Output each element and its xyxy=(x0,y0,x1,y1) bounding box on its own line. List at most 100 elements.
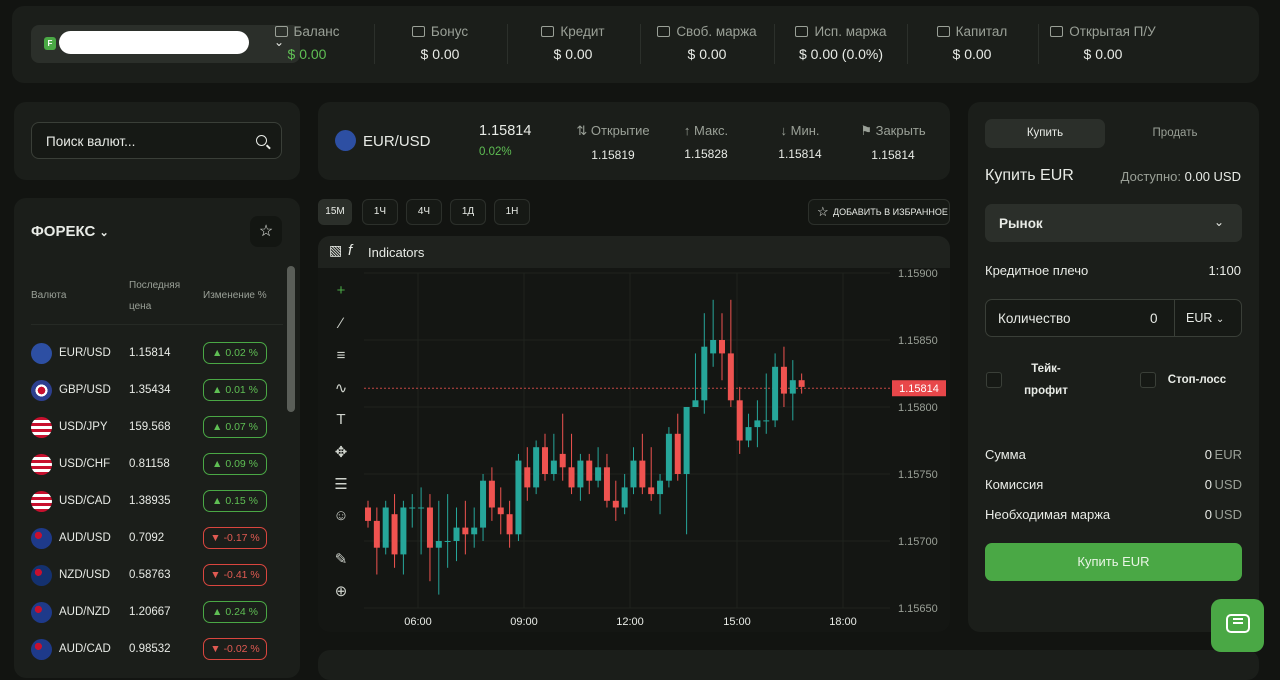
submit-buy-button[interactable]: Купить EUR xyxy=(985,543,1242,581)
y-tick-label: 1.15800 xyxy=(898,402,938,414)
market-category-dropdown[interactable]: ФОРЕКС ⌄ xyxy=(31,223,109,240)
forex-row[interactable]: NZD/USD 0.58763 ▼ -0.41 % xyxy=(31,563,283,589)
search-input[interactable]: Поиск валют... xyxy=(31,122,282,159)
sell-tab[interactable]: Продать xyxy=(1115,119,1235,148)
order-title: Купить EUR xyxy=(985,167,1074,184)
stat-label: Бонус xyxy=(430,24,469,39)
stat-1: Бонус $ 0.00 xyxy=(375,24,505,62)
forex-row[interactable]: GBP/USD 1.35434 ▲ 0.01 % xyxy=(31,378,283,404)
pair-name: NZD/USD xyxy=(59,569,111,581)
stat-value: $ 0.00 (0.0%) xyxy=(798,46,884,62)
leverage-value: 1:100 xyxy=(1208,263,1241,278)
search-icon[interactable] xyxy=(256,135,267,146)
pair-name: USD/JPY xyxy=(59,421,108,433)
candles-icon[interactable]: ▧ xyxy=(329,242,342,259)
pattern-icon[interactable]: ✥ xyxy=(331,443,351,463)
candle-body xyxy=(683,407,690,474)
forex-row[interactable]: AUD/CAD 0.98532 ▼ -0.02 % xyxy=(31,637,283,663)
candle-body xyxy=(506,514,513,535)
forex-row[interactable]: AUD/USD 0.7092 ▼ -0.17 % xyxy=(31,526,283,552)
zoom-in-icon[interactable]: ⊕ xyxy=(331,582,351,602)
timeframe-button[interactable]: 1Ч xyxy=(362,199,398,225)
pair-name: USD/CHF xyxy=(59,458,111,470)
gb-flag-icon xyxy=(31,380,52,401)
pair-name: AUD/NZD xyxy=(59,606,111,618)
take-profit-label-line1: Тейк- xyxy=(1031,363,1061,375)
gift-icon xyxy=(411,26,425,37)
triangle-up-icon: ▲ xyxy=(211,495,223,507)
timeframe-button[interactable]: 15M xyxy=(318,199,352,225)
y-tick-label: 1.15650 xyxy=(898,603,938,615)
price-chart[interactable]: 1.15900 1.15850 1.15800 1.15750 1.15700 1.156… xyxy=(318,236,950,632)
take-profit-checkbox[interactable] xyxy=(986,372,1002,388)
candle-body xyxy=(444,541,451,542)
y-tick-label: 1.15700 xyxy=(898,536,938,548)
brush-icon[interactable]: ∿ xyxy=(331,379,351,399)
y-tick-label: 1.15900 xyxy=(898,268,938,280)
us-flag-icon xyxy=(31,491,52,512)
divider xyxy=(774,24,775,64)
stat-label: Своб. маржа xyxy=(676,24,757,39)
forex-row[interactable]: EUR/USD 1.15814 ▲ 0.02 % xyxy=(31,341,283,367)
candle-body xyxy=(648,487,655,495)
crosshair-icon[interactable]: + xyxy=(331,282,351,302)
order-type-select[interactable]: Рынок ⌄ xyxy=(985,204,1242,242)
candle-body xyxy=(692,400,699,407)
stat-label: Капитал xyxy=(955,24,1008,39)
quantity-currency-select[interactable]: EUR ⌄ xyxy=(1186,311,1224,325)
available-value: 0.00 USD xyxy=(1184,169,1241,184)
quantity-field[interactable]: Количество 0 EUR ⌄ xyxy=(985,299,1242,337)
forex-row[interactable]: USD/CAD 1.38935 ▲ 0.15 % xyxy=(31,489,283,515)
add-to-favorites-button[interactable]: ☆ ДОБАВИТЬ В ИЗБРАННОЕ xyxy=(808,199,950,225)
forex-row[interactable]: USD/JPY 159.568 ▲ 0.07 % xyxy=(31,415,283,441)
stat-value: $ 0.00 xyxy=(1083,46,1123,62)
favorites-star-button[interactable]: ☆ xyxy=(250,216,282,247)
pair-price: 1.20667 xyxy=(129,606,171,618)
star-icon: ☆ xyxy=(817,204,829,219)
emoji-icon[interactable]: ☺ xyxy=(331,507,351,527)
triangle-up-icon: ▲ xyxy=(211,458,223,470)
search-placeholder: Поиск валют... xyxy=(46,134,136,149)
timeframe-button[interactable]: 1Н xyxy=(494,199,530,225)
candlestick-chart[interactable]: 1.15900 1.15850 1.15800 1.15750 1.15700 1.156… xyxy=(318,236,950,632)
account-badge: F xyxy=(44,37,56,50)
indicators-button[interactable]: Indicators xyxy=(368,245,424,260)
forex-row[interactable]: USD/CHF 0.81158 ▲ 0.09 % xyxy=(31,452,283,478)
account-summary-bar: F ⌄ Баланс $ 0.00 Бонус $ 0.00 Кредит $ 0.00 С… xyxy=(12,6,1259,83)
market-category-label: ФОРЕКС xyxy=(31,223,96,240)
briefcase-icon xyxy=(541,26,555,37)
text-icon[interactable]: T xyxy=(331,411,351,431)
open-value: 1.15819 xyxy=(591,148,635,162)
candle-body xyxy=(453,527,460,541)
candle-body xyxy=(657,480,664,495)
stop-loss-checkbox[interactable] xyxy=(1140,372,1156,388)
quantity-value[interactable]: 0 xyxy=(1150,311,1158,326)
wallet-icon xyxy=(274,26,288,37)
triangle-down-icon: ▼ xyxy=(210,532,221,544)
available-balance: Доступно: 0.00 USD xyxy=(1121,169,1241,184)
scrollbar-thumb[interactable] xyxy=(287,266,295,412)
support-chat-button[interactable] xyxy=(1211,599,1264,652)
x-tick-label: 18:00 xyxy=(829,616,857,628)
candle-body xyxy=(665,433,672,481)
change-value: -0.17 xyxy=(223,532,248,544)
trendline-icon[interactable]: ∕ xyxy=(331,315,351,335)
buy-tab[interactable]: Купить xyxy=(985,119,1105,148)
horizontal-lines-icon[interactable]: ≡ xyxy=(331,347,351,367)
nz-flag-icon xyxy=(31,565,52,586)
timeframe-button[interactable]: 1Д xyxy=(450,199,486,225)
au-flag-icon xyxy=(31,528,52,549)
change-badge: ▲ 0.24 % xyxy=(203,601,267,623)
candle-body xyxy=(586,460,593,481)
triangle-up-icon: ▲ xyxy=(211,606,223,618)
stat-value: $ 0.00 xyxy=(687,46,727,62)
indicators-icon[interactable]: f xyxy=(348,242,352,259)
bottom-panel xyxy=(318,650,1259,680)
timeframe-button[interactable]: 4Ч xyxy=(406,199,442,225)
document-icon xyxy=(657,26,671,37)
fib-icon[interactable]: ☰ xyxy=(331,475,351,495)
ruler-icon[interactable]: ✎ xyxy=(331,550,351,570)
us-flag-icon xyxy=(31,417,52,438)
change-badge: ▲ 0.15 % xyxy=(203,490,267,512)
forex-row[interactable]: AUD/NZD 1.20667 ▲ 0.24 % xyxy=(31,600,283,626)
